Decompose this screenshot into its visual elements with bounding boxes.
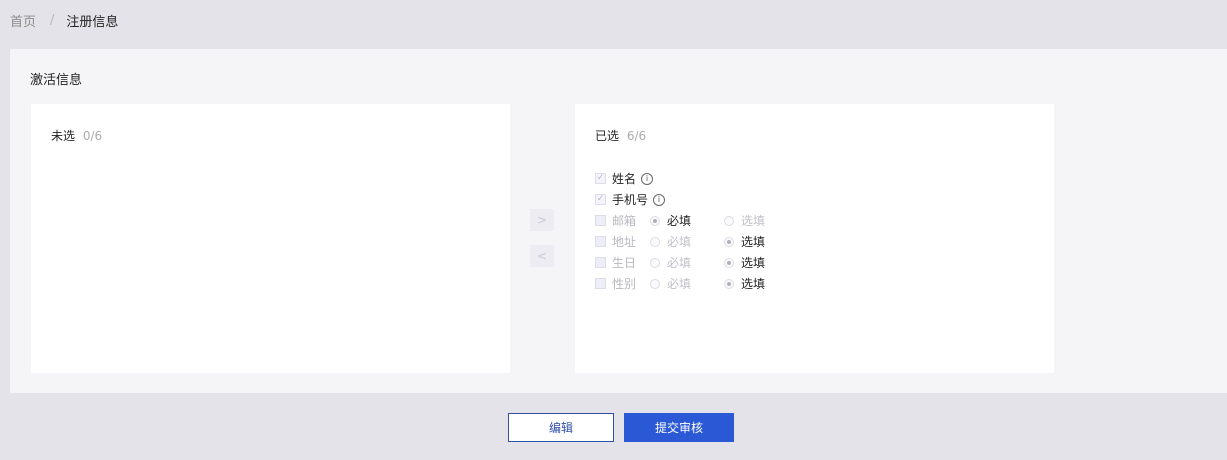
unselected-label: 未选 — [51, 129, 76, 143]
radio-label: 选填 — [741, 277, 766, 291]
check-icon: ✓ — [596, 194, 605, 204]
chevron-right-icon: > — [536, 213, 548, 227]
radio-required[interactable]: 必填 — [650, 254, 724, 271]
field-label: 姓名 — [612, 172, 637, 186]
list-item: 邮箱 必填 选填 — [595, 210, 798, 231]
info-circle-icon[interactable]: i — [641, 172, 654, 185]
radio-required[interactable]: 必填 — [650, 233, 724, 250]
chevron-left-icon: < — [536, 249, 548, 263]
required-radio-group: 必填 选填 — [650, 275, 798, 292]
unselected-list: 未选 0/6 — [31, 104, 510, 373]
unselected-count: 0/6 — [82, 129, 103, 143]
radio-label: 选填 — [741, 235, 766, 249]
info-circle-icon[interactable]: i — [653, 193, 666, 206]
unselected-header: 未选 0/6 — [51, 127, 102, 144]
field-checkbox-address[interactable] — [595, 236, 606, 247]
required-radio-group: 必填 选填 — [650, 212, 798, 229]
required-radio-group: 必填 选填 — [650, 254, 798, 271]
radio-label: 选填 — [741, 256, 766, 270]
edit-button[interactable]: 编辑 — [508, 413, 614, 442]
selected-label: 已选 — [595, 129, 620, 143]
radio-icon — [650, 278, 660, 289]
selected-list: 已选 6/6 ✓ 姓名 i ✓ 手机号 i 邮箱 必填 选填 地址 必填 选填 … — [575, 104, 1054, 373]
radio-icon — [724, 257, 734, 268]
radio-label: 必填 — [667, 214, 692, 228]
list-item: ✓ 手机号 i — [595, 189, 798, 210]
breadcrumb-separator: / — [50, 13, 55, 28]
selected-field-list: ✓ 姓名 i ✓ 手机号 i 邮箱 必填 选填 地址 必填 选填 生日 必填 选… — [595, 168, 798, 294]
radio-required[interactable]: 必填 — [650, 212, 724, 229]
move-left-button[interactable]: < — [530, 245, 554, 267]
field-checkbox-gender[interactable] — [595, 278, 606, 289]
field-checkbox-name[interactable]: ✓ — [595, 173, 606, 184]
field-checkbox-email[interactable] — [595, 215, 606, 226]
field-label: 地址 — [612, 235, 637, 249]
move-right-button[interactable]: > — [530, 209, 554, 231]
field-checkbox-birthday[interactable] — [595, 257, 606, 268]
panel-title: 激活信息 — [30, 73, 83, 88]
radio-optional[interactable]: 选填 — [724, 275, 798, 292]
field-label: 手机号 — [612, 193, 649, 207]
list-item: 地址 必填 选填 — [595, 231, 798, 252]
radio-icon — [650, 215, 660, 226]
breadcrumb: 首页 / 注册信息 — [10, 11, 118, 30]
breadcrumb-home-link[interactable]: 首页 — [10, 11, 36, 30]
check-icon: ✓ — [596, 173, 605, 183]
radio-optional[interactable]: 选填 — [724, 212, 798, 229]
radio-icon — [724, 278, 734, 289]
field-label: 邮箱 — [612, 214, 637, 228]
selected-count: 6/6 — [626, 129, 647, 143]
radio-label: 必填 — [667, 235, 692, 249]
radio-optional[interactable]: 选填 — [724, 233, 798, 250]
required-radio-group: 必填 选填 — [650, 233, 798, 250]
field-checkbox-phone[interactable]: ✓ — [595, 194, 606, 205]
radio-icon — [724, 215, 734, 226]
breadcrumb-current: 注册信息 — [66, 15, 119, 30]
radio-optional[interactable]: 选填 — [724, 254, 798, 271]
submit-review-button[interactable]: 提交审核 — [624, 413, 734, 442]
radio-label: 选填 — [741, 214, 766, 228]
list-item: 生日 必填 选填 — [595, 252, 798, 273]
radio-icon — [724, 236, 734, 247]
selected-header: 已选 6/6 — [595, 127, 646, 144]
radio-icon — [650, 236, 660, 247]
radio-label: 必填 — [667, 277, 692, 291]
radio-label: 必填 — [667, 256, 692, 270]
activation-panel: 激活信息 未选 0/6 > < 已选 6/6 ✓ 姓名 i ✓ 手机号 i 邮箱… — [10, 49, 1227, 393]
list-item: ✓ 姓名 i — [595, 168, 798, 189]
list-item: 性别 必填 选填 — [595, 273, 798, 294]
radio-icon — [650, 257, 660, 268]
radio-required[interactable]: 必填 — [650, 275, 724, 292]
field-label: 生日 — [612, 256, 637, 270]
field-label: 性别 — [612, 277, 637, 291]
